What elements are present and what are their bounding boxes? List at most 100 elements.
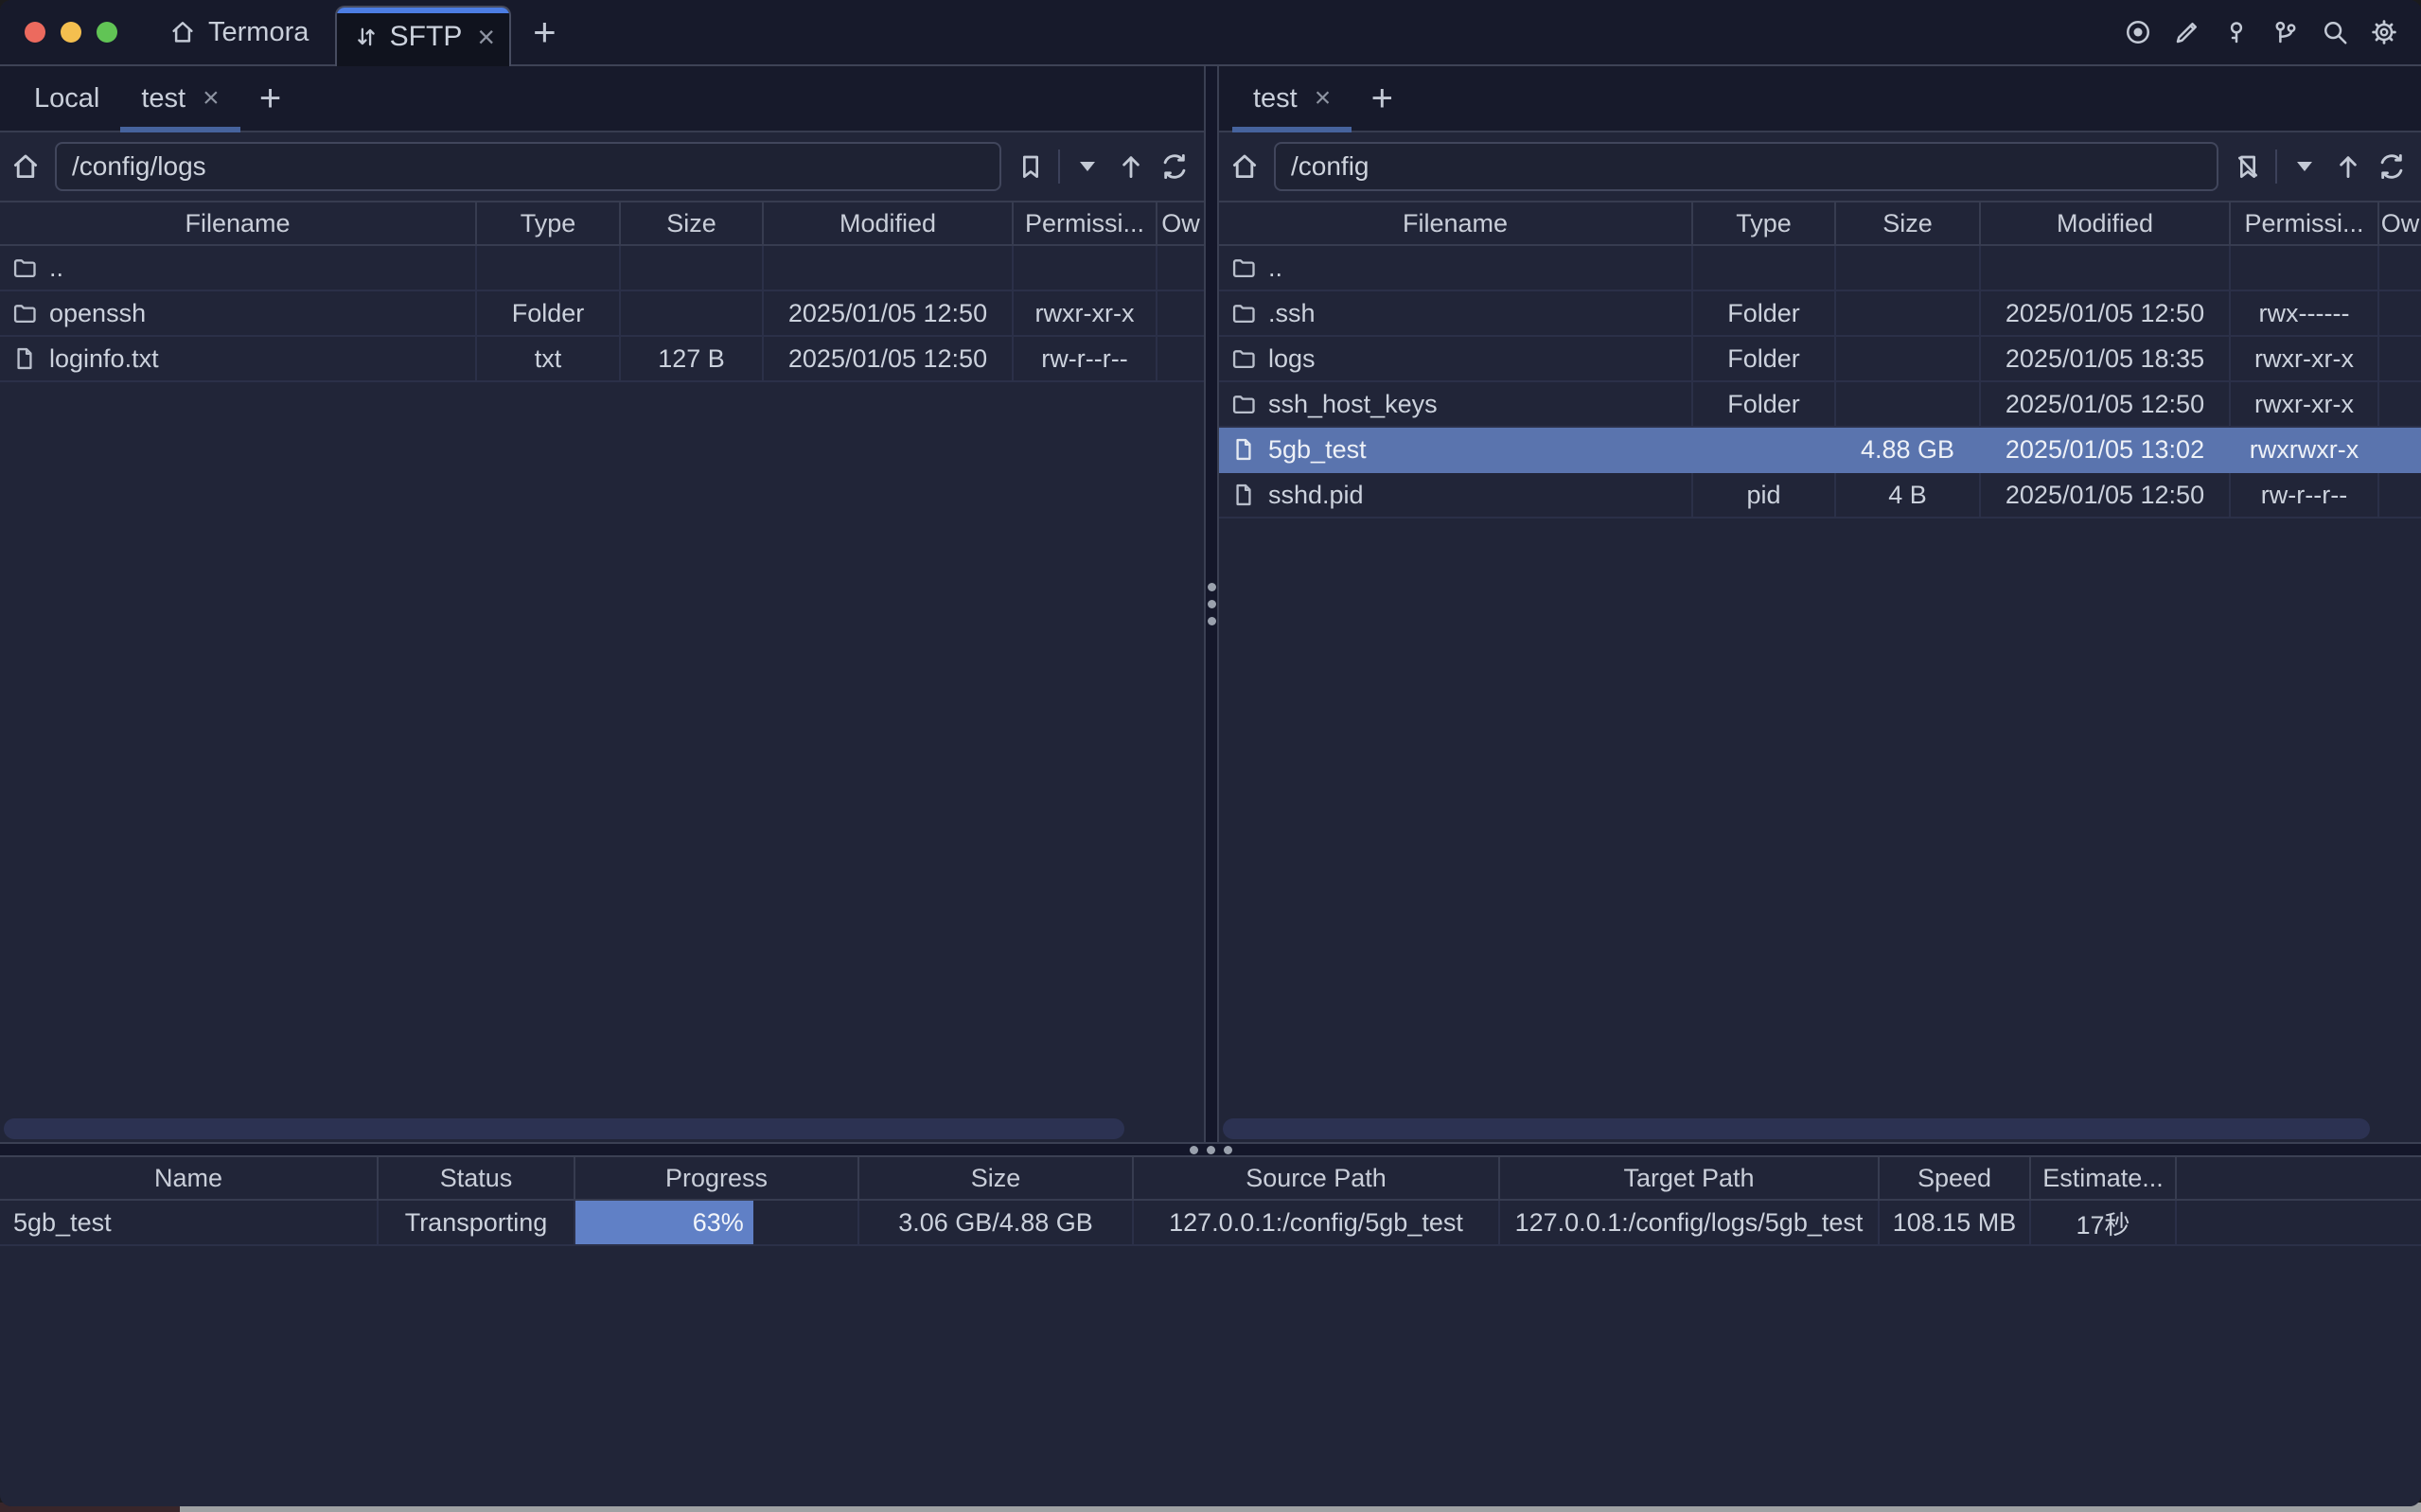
- column-header-progress[interactable]: Progress: [575, 1157, 859, 1199]
- left-horizontal-scrollbar[interactable]: [0, 1116, 1204, 1142]
- settings-icon[interactable]: [2370, 18, 2398, 46]
- folder-icon: [11, 300, 38, 326]
- file-permissions: [1014, 246, 1157, 290]
- file-permissions: rw-r--r--: [1014, 337, 1157, 380]
- left-tab-test[interactable]: test ×: [120, 66, 239, 131]
- column-header-estimate[interactable]: Estimate...: [2031, 1157, 2177, 1199]
- keychain-icon[interactable]: [2271, 18, 2300, 46]
- right-tab-test-close-icon[interactable]: ×: [1315, 84, 1332, 113]
- file-owner: [2379, 428, 2421, 471]
- column-header-name[interactable]: Name: [0, 1157, 379, 1199]
- column-header-size[interactable]: Size: [859, 1157, 1134, 1199]
- column-header-permissions[interactable]: Permissi...: [2231, 202, 2379, 244]
- titlebar-actions: [2124, 0, 2421, 64]
- column-header-type[interactable]: Type: [477, 202, 621, 244]
- search-icon[interactable]: [2321, 18, 2349, 46]
- left-path-input[interactable]: [55, 142, 1001, 191]
- left-pane-tabs: Local test × +: [0, 66, 1204, 132]
- column-header-filename[interactable]: Filename: [0, 202, 477, 244]
- column-header-type[interactable]: Type: [1693, 202, 1836, 244]
- key-icon[interactable]: [2222, 18, 2251, 46]
- table-row[interactable]: openssh Folder 2025/01/05 12:50 rwxr-xr-…: [0, 291, 1204, 337]
- right-path-input[interactable]: [1274, 142, 2218, 191]
- table-row[interactable]: loginfo.txt txt 127 B 2025/01/05 12:50 r…: [0, 337, 1204, 382]
- splitter-dot: [1224, 1146, 1232, 1154]
- file-type: txt: [477, 337, 621, 380]
- bookmark-dropdown-icon[interactable]: [1071, 150, 1104, 183]
- right-horizontal-scrollbar[interactable]: [1219, 1116, 2421, 1142]
- bookmark-icon[interactable]: [1015, 150, 1047, 183]
- folder-icon: [1230, 255, 1257, 281]
- column-header-source-path[interactable]: Source Path: [1134, 1157, 1500, 1199]
- table-row[interactable]: ..: [0, 246, 1204, 291]
- refresh-icon[interactable]: [1158, 150, 1191, 183]
- tab-sftp-close-icon[interactable]: ×: [477, 22, 495, 52]
- record-icon[interactable]: [2124, 18, 2152, 46]
- file-size: 127 B: [621, 337, 764, 380]
- left-new-pane-tab-button[interactable]: +: [240, 66, 301, 131]
- transfer-progress-cell: 63%: [575, 1201, 859, 1244]
- tab-sftp[interactable]: SFTP ×: [335, 6, 511, 66]
- bookmark-slash-icon[interactable]: [2232, 150, 2264, 183]
- file-type: [1693, 428, 1836, 471]
- scrollbar-thumb[interactable]: [1223, 1118, 2370, 1139]
- column-header-size[interactable]: Size: [621, 202, 764, 244]
- file-modified: [1981, 246, 2231, 290]
- close-window-button[interactable]: [25, 22, 45, 43]
- zoom-window-button[interactable]: [97, 22, 117, 43]
- file-name: 5gb_test: [1268, 435, 1367, 465]
- bookmark-dropdown-icon[interactable]: [2288, 150, 2321, 183]
- table-row[interactable]: ssh_host_keys Folder 2025/01/05 12:50 rw…: [1219, 382, 2421, 428]
- table-row-selected[interactable]: 5gb_test 4.88 GB 2025/01/05 13:02 rwxrwx…: [1219, 428, 2421, 473]
- transfer-speed: 108.15 MB: [1880, 1201, 2031, 1244]
- progress-bar: 63%: [575, 1201, 753, 1244]
- column-header-owner[interactable]: Ow: [2379, 202, 2421, 244]
- right-file-table: Filename Type Size Modified Permissi... …: [1219, 202, 2421, 1142]
- file-modified: 2025/01/05 12:50: [1981, 382, 2231, 426]
- right-pathbar: [1219, 132, 2421, 202]
- vertical-splitter[interactable]: [1204, 66, 1219, 1142]
- column-header-target-path[interactable]: Target Path: [1500, 1157, 1880, 1199]
- parent-directory-icon[interactable]: [1115, 150, 1147, 183]
- file-type: pid: [1693, 473, 1836, 517]
- edit-icon[interactable]: [2173, 18, 2201, 46]
- table-row[interactable]: sshd.pid pid 4 B 2025/01/05 12:50 rw-r--…: [1219, 473, 2421, 519]
- file-type: [477, 246, 621, 290]
- right-new-pane-tab-button[interactable]: +: [1352, 66, 1412, 131]
- column-header-permissions[interactable]: Permissi...: [1014, 202, 1157, 244]
- new-main-tab-button[interactable]: +: [511, 0, 577, 64]
- right-tab-test[interactable]: test ×: [1232, 66, 1352, 131]
- folder-icon: [1230, 345, 1257, 372]
- home-icon[interactable]: [9, 150, 42, 183]
- file-modified: 2025/01/05 12:50: [1981, 291, 2231, 335]
- table-row[interactable]: ..: [1219, 246, 2421, 291]
- file-modified: 2025/01/05 12:50: [764, 291, 1014, 335]
- column-header-modified[interactable]: Modified: [1981, 202, 2231, 244]
- parent-directory-icon[interactable]: [2332, 150, 2364, 183]
- left-tab-local[interactable]: Local: [13, 66, 120, 131]
- horizontal-splitter[interactable]: [0, 1142, 2421, 1157]
- minimize-window-button[interactable]: [61, 22, 81, 43]
- tab-termora[interactable]: Termora: [142, 0, 335, 64]
- column-header-size[interactable]: Size: [1836, 202, 1981, 244]
- file-size: 4 B: [1836, 473, 1981, 517]
- file-owner: [2379, 246, 2421, 290]
- table-row[interactable]: logs Folder 2025/01/05 18:35 rwxr-xr-x: [1219, 337, 2421, 382]
- file-size: [1836, 382, 1981, 426]
- column-header-owner[interactable]: Ow: [1157, 202, 1204, 244]
- file-permissions: rwxr-xr-x: [1014, 291, 1157, 335]
- transfer-row[interactable]: 5gb_test Transporting 63% 3.06 GB/4.88 G…: [0, 1201, 2421, 1246]
- file-modified: [764, 246, 1014, 290]
- column-header-filename[interactable]: Filename: [1219, 202, 1693, 244]
- column-header-speed[interactable]: Speed: [1880, 1157, 2031, 1199]
- file-type: Folder: [1693, 382, 1836, 426]
- left-tab-test-close-icon[interactable]: ×: [203, 84, 220, 113]
- refresh-icon[interactable]: [2376, 150, 2408, 183]
- column-header-status[interactable]: Status: [379, 1157, 575, 1199]
- column-header-modified[interactable]: Modified: [764, 202, 1014, 244]
- file-permissions: rwx------: [2231, 291, 2379, 335]
- table-row[interactable]: .ssh Folder 2025/01/05 12:50 rwx------: [1219, 291, 2421, 337]
- home-icon[interactable]: [1228, 150, 1261, 183]
- scrollbar-thumb[interactable]: [4, 1118, 1124, 1139]
- toolbar-separator: [1058, 149, 1060, 184]
